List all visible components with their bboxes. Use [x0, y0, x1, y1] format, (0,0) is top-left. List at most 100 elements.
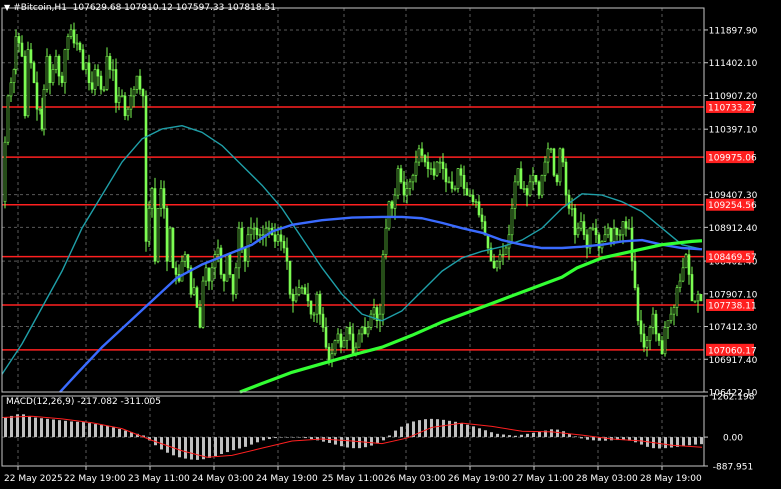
candle-body: [627, 227, 631, 230]
candle-body: [29, 49, 33, 64]
macd-bar: [250, 437, 253, 445]
macd-bar: [514, 435, 517, 438]
candle-body: [414, 161, 418, 176]
macd-bar: [448, 420, 451, 438]
candle-body: [243, 247, 247, 262]
candle-body: [558, 148, 562, 183]
x-tick-label: 25 May 11:00: [322, 474, 384, 484]
candle-body: [417, 148, 421, 163]
candle-body: [12, 69, 16, 84]
candle-body: [132, 89, 136, 97]
candle-body: [678, 280, 682, 288]
macd-bar: [574, 436, 577, 438]
triangle-down-icon[interactable]: ▼: [4, 3, 10, 12]
candle-body: [351, 333, 355, 355]
candle-body: [45, 55, 49, 90]
macd-bar: [16, 414, 19, 438]
candle-body: [441, 161, 445, 169]
candle-body: [492, 260, 496, 269]
candle-body: [282, 241, 286, 249]
macd-bar: [526, 433, 529, 438]
candle-body: [405, 188, 409, 196]
candle-body: [444, 168, 448, 183]
macd-bar: [190, 437, 193, 460]
candle-body: [35, 82, 39, 110]
macd-bar: [586, 437, 589, 440]
candle-body: [165, 208, 169, 262]
macd-bar: [418, 420, 421, 438]
macd-bar: [274, 437, 277, 439]
candle-body: [276, 234, 280, 242]
candle-body: [26, 49, 30, 117]
candle-body: [669, 313, 673, 322]
candle-body: [207, 267, 211, 282]
macd-y-tick-label: 0.00: [723, 434, 743, 444]
candle-body: [621, 221, 625, 236]
candle-body: [462, 174, 466, 189]
candle-body: [156, 208, 160, 262]
candle-body: [23, 55, 27, 117]
x-tick-label: 27 May 11:00: [512, 474, 574, 484]
macd-bar: [700, 437, 703, 445]
candle-body: [267, 227, 271, 230]
macd-bar: [226, 437, 229, 453]
candle-body: [150, 188, 154, 209]
level-label: 107738.11: [708, 301, 757, 311]
candle-body: [699, 293, 703, 302]
y-tick-label: 106917.40: [709, 356, 758, 366]
candle-body: [381, 254, 385, 315]
y-tick-label: 111402.10: [709, 59, 758, 69]
candle-body: [114, 69, 118, 103]
candle-body: [96, 69, 100, 77]
candle-body: [561, 148, 565, 163]
macd-bar: [550, 429, 553, 438]
candle-body: [162, 188, 166, 209]
candle-body: [573, 208, 577, 236]
macd-bar: [40, 418, 43, 438]
macd-bar: [478, 428, 481, 438]
candle-body: [591, 227, 595, 230]
candle-body: [171, 227, 175, 269]
candle-body: [567, 194, 571, 209]
candle-body: [303, 287, 307, 295]
x-tick-label: 26 May 03:00: [384, 474, 446, 484]
macd-bar: [580, 437, 583, 439]
candle-body: [576, 227, 580, 236]
x-tick-label: 23 May 11:00: [128, 474, 190, 484]
candle-body: [14, 36, 18, 70]
candle-body: [450, 181, 454, 189]
candle-body: [495, 260, 499, 269]
candle-body: [579, 221, 583, 229]
macd-bar: [52, 419, 55, 438]
macd-bar: [232, 437, 235, 451]
candle-body: [135, 75, 139, 90]
macd-bar: [442, 419, 445, 438]
candle-body: [531, 174, 535, 183]
candle-body: [384, 227, 388, 255]
macd-bar: [112, 427, 115, 438]
macd-bar: [370, 437, 373, 446]
candle-body: [54, 55, 58, 70]
level-label: 109975.06: [708, 154, 757, 164]
candle-body: [300, 287, 304, 289]
candle-body: [291, 293, 295, 302]
candle-body: [237, 227, 241, 269]
x-tick-label: 24 May 19:00: [256, 474, 318, 484]
macd-bar: [298, 437, 301, 438]
candle-body: [684, 254, 688, 269]
macd-bar: [400, 426, 403, 438]
candle-body: [399, 168, 403, 183]
price-chart[interactable]: 111897.90111402.10110907.20110397.101094…: [0, 0, 781, 489]
candle-body: [279, 234, 283, 242]
macd-bar: [520, 434, 523, 438]
candle-body: [474, 201, 478, 204]
macd-bar: [238, 437, 241, 449]
candle-body: [285, 247, 289, 262]
candle-body: [582, 221, 586, 236]
y-tick-label: 107907.10: [709, 290, 758, 300]
candle-body: [645, 340, 649, 348]
macd-bar: [460, 423, 463, 438]
candle-body: [348, 327, 352, 335]
candle-body: [525, 188, 529, 196]
macd-bar: [490, 432, 493, 438]
